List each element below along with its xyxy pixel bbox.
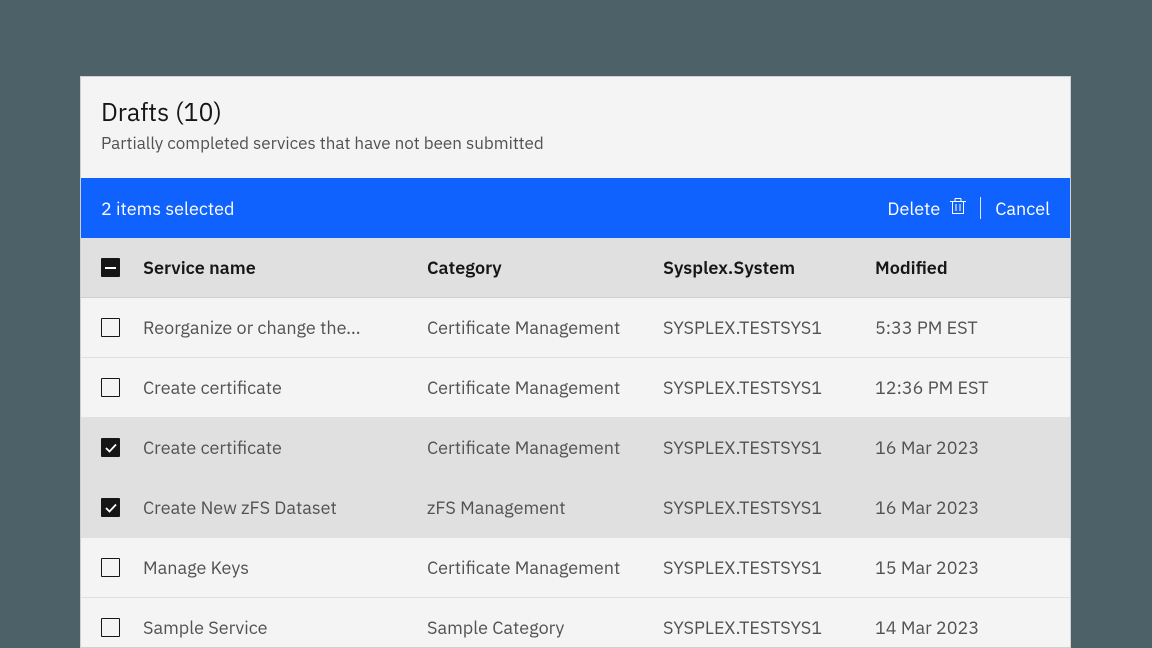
cell-category: zFS Management — [427, 496, 663, 519]
cell-sysplex: SYSPLEX.TESTSYS1 — [663, 616, 875, 639]
cell-service-name: Create certificate — [143, 376, 427, 399]
cell-service-name: Sample Service — [143, 616, 427, 639]
delete-button[interactable]: Delete — [887, 197, 966, 220]
table-row[interactable]: Create certificateCertificate Management… — [81, 418, 1070, 478]
row-checkbox[interactable] — [101, 318, 120, 337]
table-body: Reorganize or change the…Certificate Man… — [81, 298, 1070, 648]
row-checkbox-cell — [81, 498, 143, 517]
cell-service-name: Create New zFS Dataset — [143, 496, 427, 519]
cell-sysplex: SYSPLEX.TESTSYS1 — [663, 436, 875, 459]
table-row[interactable]: Create certificateCertificate Management… — [81, 358, 1070, 418]
row-checkbox[interactable] — [101, 438, 120, 457]
cell-modified: 12:36 PM EST — [875, 376, 1070, 399]
cell-service-name: Reorganize or change the… — [143, 316, 427, 339]
column-header-category[interactable]: Category — [427, 256, 663, 279]
table-row[interactable]: Sample ServiceSample CategorySYSPLEX.TES… — [81, 598, 1070, 648]
cell-modified: 15 Mar 2023 — [875, 556, 1070, 579]
page-title: Drafts (10) — [101, 95, 1050, 128]
row-checkbox[interactable] — [101, 378, 120, 397]
select-all-checkbox[interactable] — [101, 258, 120, 277]
row-checkbox-cell — [81, 438, 143, 457]
cancel-button[interactable]: Cancel — [995, 197, 1050, 220]
table-row[interactable]: Create New zFS DatasetzFS ManagementSYSP… — [81, 478, 1070, 538]
column-header-sysplex[interactable]: Sysplex.System — [663, 256, 875, 279]
row-checkbox-cell — [81, 378, 143, 397]
row-checkbox[interactable] — [101, 618, 120, 637]
row-checkbox[interactable] — [101, 498, 120, 517]
cell-modified: 16 Mar 2023 — [875, 496, 1070, 519]
cell-modified: 5:33 PM EST — [875, 316, 1070, 339]
panel-header: Drafts (10) Partially completed services… — [81, 77, 1070, 178]
selection-bar: 2 items selected Delete Cance — [81, 178, 1070, 238]
cell-category: Certificate Management — [427, 376, 663, 399]
cell-service-name: Manage Keys — [143, 556, 427, 579]
header-checkbox-cell — [81, 258, 143, 277]
cell-modified: 16 Mar 2023 — [875, 436, 1070, 459]
cell-category: Certificate Management — [427, 556, 663, 579]
cell-category: Certificate Management — [427, 436, 663, 459]
row-checkbox-cell — [81, 618, 143, 637]
cell-service-name: Create certificate — [143, 436, 427, 459]
row-checkbox-cell — [81, 318, 143, 337]
cell-sysplex: SYSPLEX.TESTSYS1 — [663, 556, 875, 579]
selection-actions: Delete Cancel — [887, 197, 1050, 220]
cell-sysplex: SYSPLEX.TESTSYS1 — [663, 496, 875, 519]
table-row[interactable]: Manage KeysCertificate ManagementSYSPLEX… — [81, 538, 1070, 598]
cell-sysplex: SYSPLEX.TESTSYS1 — [663, 376, 875, 399]
table-row[interactable]: Reorganize or change the…Certificate Man… — [81, 298, 1070, 358]
drafts-panel: Drafts (10) Partially completed services… — [80, 76, 1071, 648]
selection-count-label: 2 items selected — [101, 197, 887, 220]
table-header-row: Service name Category Sysplex.System Mod… — [81, 238, 1070, 298]
delete-label: Delete — [887, 197, 940, 220]
trash-icon — [950, 197, 966, 220]
cell-sysplex: SYSPLEX.TESTSYS1 — [663, 316, 875, 339]
cell-category: Certificate Management — [427, 316, 663, 339]
column-header-service-name[interactable]: Service name — [143, 256, 427, 279]
cell-category: Sample Category — [427, 616, 663, 639]
row-checkbox-cell — [81, 558, 143, 577]
row-checkbox[interactable] — [101, 558, 120, 577]
page-subtitle: Partially completed services that have n… — [101, 132, 1050, 154]
cell-modified: 14 Mar 2023 — [875, 616, 1070, 639]
action-divider — [980, 197, 981, 219]
column-header-modified[interactable]: Modified — [875, 256, 1070, 279]
